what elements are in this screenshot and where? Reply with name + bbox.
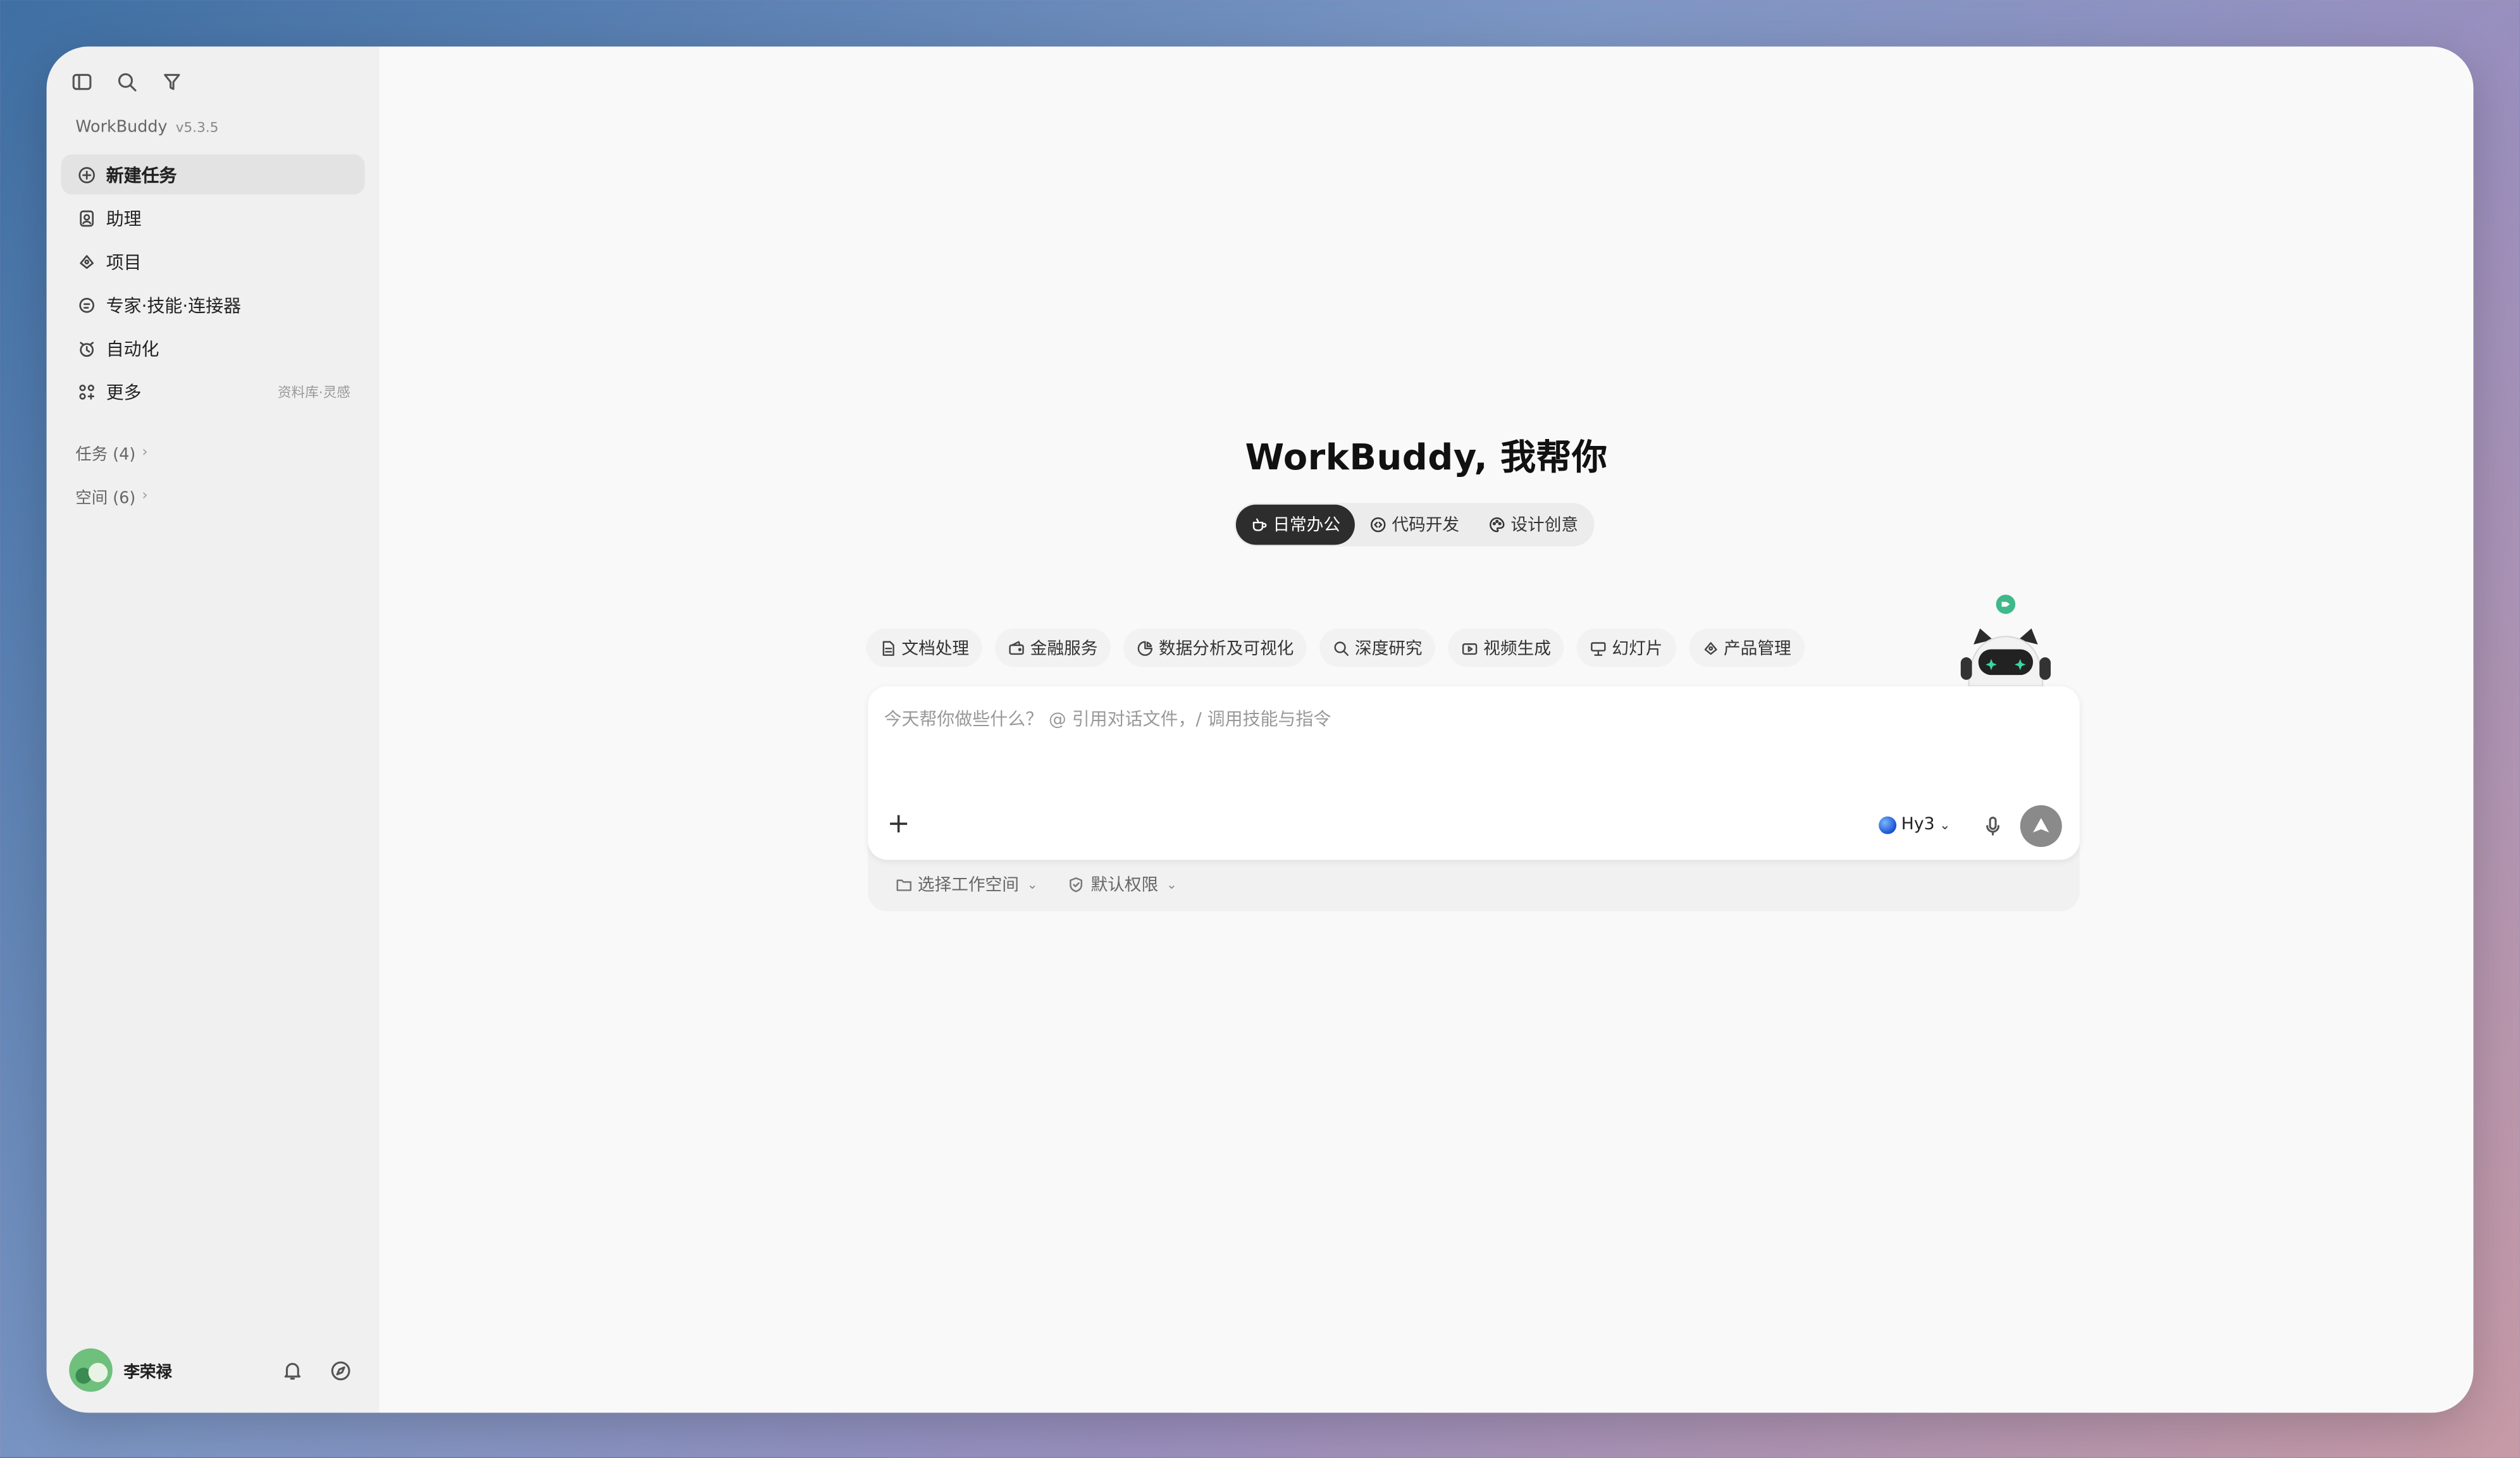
sidebar-item-project[interactable]: 项目 bbox=[61, 241, 365, 281]
quick-chips: 文档处理 金融服务 数据分析及可视化 深度研究 视频生成 幻灯片 产品管理 bbox=[866, 628, 1805, 667]
tab-daily-office[interactable]: 日常办公 bbox=[1235, 504, 1355, 545]
permission-label: 默认权限 bbox=[1090, 875, 1159, 896]
code-icon bbox=[1369, 516, 1387, 534]
chip-label: 文档处理 bbox=[901, 638, 970, 658]
chip-data-analysis[interactable]: 数据分析及可视化 bbox=[1123, 628, 1307, 667]
document-icon bbox=[879, 639, 897, 657]
sidebar-item-expert[interactable]: 专家·技能·连接器 bbox=[61, 285, 365, 325]
expert-icon bbox=[75, 294, 96, 315]
wallet-icon bbox=[1008, 639, 1025, 657]
compass-icon[interactable] bbox=[328, 1358, 354, 1384]
chip-label: 数据分析及可视化 bbox=[1158, 638, 1294, 658]
app-brand: WorkBuddy v5.3.5 bbox=[75, 119, 218, 137]
project-icon bbox=[75, 250, 96, 271]
composer: 今天帮你做些什么？ @ 引用对话文件，/ 调用技能与指令 + Hy3 ⌄ 选择工… bbox=[868, 686, 2080, 911]
sidebar-nav: 新建任务 助理 项目 专家·技能·连接器 自动化 更多 资料库·灵感 bbox=[61, 154, 365, 415]
sidebar-item-automation[interactable]: 自动化 bbox=[61, 328, 365, 368]
user-name: 李荣禄 bbox=[123, 1364, 172, 1383]
pie-chart-icon bbox=[1136, 639, 1154, 657]
app-name: WorkBuddy bbox=[75, 119, 168, 137]
model-selector[interactable]: Hy3 ⌄ bbox=[1879, 815, 1950, 834]
chip-document[interactable]: 文档处理 bbox=[866, 628, 982, 667]
user-actions bbox=[280, 1358, 354, 1384]
sidebar-item-assistant[interactable]: 助理 bbox=[61, 198, 365, 238]
chip-video-generation[interactable]: 视频生成 bbox=[1448, 628, 1564, 667]
chip-finance[interactable]: 金融服务 bbox=[994, 628, 1111, 667]
user-profile[interactable]: 李荣禄 bbox=[69, 1348, 172, 1392]
sidebar-top-icons bbox=[69, 69, 185, 95]
prompt-input[interactable]: 今天帮你做些什么？ @ 引用对话文件，/ 调用技能与指令 bbox=[884, 705, 1331, 731]
shield-check-icon bbox=[1066, 875, 1085, 894]
add-attachment-button[interactable]: + bbox=[887, 811, 910, 838]
mode-tabs: 日常办公 代码开发 设计创意 bbox=[1234, 503, 1595, 547]
cup-icon bbox=[1251, 516, 1268, 534]
tab-label: 代码开发 bbox=[1392, 516, 1460, 536]
folder-icon bbox=[894, 875, 913, 894]
search-icon bbox=[1332, 639, 1350, 657]
microphone-icon[interactable] bbox=[1980, 813, 2006, 839]
sidebar-item-more-hint: 资料库·灵感 bbox=[278, 385, 350, 401]
send-arrow-icon bbox=[2033, 818, 2049, 833]
palette-icon bbox=[1488, 516, 1506, 534]
bell-icon[interactable] bbox=[280, 1358, 306, 1384]
chip-label: 产品管理 bbox=[1724, 638, 1791, 658]
product-icon bbox=[1701, 639, 1719, 657]
chip-label: 金融服务 bbox=[1030, 638, 1098, 658]
chevron-down-icon: ⌄ bbox=[1027, 877, 1038, 893]
app-version: v5.3.5 bbox=[175, 120, 219, 137]
sidebar-item-label: 更多 bbox=[106, 381, 142, 403]
model-globe-icon bbox=[1879, 815, 1897, 834]
sidebar-item-label: 助理 bbox=[106, 208, 142, 230]
group-label: 任务 (4) bbox=[75, 447, 136, 465]
sidebar: WorkBuddy v5.3.5 新建任务 助理 项目 专家·技能·连接器 自动… bbox=[46, 46, 380, 1413]
chevron-down-icon: ⌄ bbox=[1939, 817, 1951, 832]
composer-footer: 选择工作空间 ⌄ 默认权限 ⌄ bbox=[894, 873, 1177, 897]
sidebar-item-label: 新建任务 bbox=[106, 164, 177, 186]
clock-icon bbox=[75, 338, 96, 359]
sidebar-item-label: 自动化 bbox=[106, 338, 159, 359]
sidebar-item-more[interactable]: 更多 资料库·灵感 bbox=[61, 371, 365, 412]
tab-label: 设计创意 bbox=[1510, 516, 1579, 536]
chevron-right-icon: › bbox=[142, 488, 148, 504]
composer-card: 今天帮你做些什么？ @ 引用对话文件，/ 调用技能与指令 + Hy3 ⌄ bbox=[868, 686, 2080, 860]
model-name: Hy3 bbox=[1901, 815, 1935, 834]
search-icon[interactable] bbox=[114, 69, 140, 95]
chip-label: 深度研究 bbox=[1354, 638, 1423, 658]
filter-icon[interactable] bbox=[159, 69, 185, 95]
robot-mascot-icon bbox=[1960, 595, 2051, 686]
sidebar-group-spaces[interactable]: 空间 (6) › bbox=[75, 484, 147, 508]
workspace-label: 选择工作空间 bbox=[917, 875, 1019, 896]
sidebar-item-label: 项目 bbox=[106, 251, 142, 273]
chip-label: 幻灯片 bbox=[1612, 638, 1663, 658]
avatar bbox=[69, 1348, 113, 1392]
chip-slides[interactable]: 幻灯片 bbox=[1576, 628, 1676, 667]
sidebar-toggle-icon[interactable] bbox=[69, 69, 95, 95]
grid-icon bbox=[75, 381, 96, 402]
tab-code-dev[interactable]: 代码开发 bbox=[1355, 505, 1474, 545]
tab-label: 日常办公 bbox=[1273, 516, 1341, 536]
tab-design-creative[interactable]: 设计创意 bbox=[1474, 505, 1593, 545]
sidebar-item-new-task[interactable]: 新建任务 bbox=[61, 154, 365, 195]
workspace-selector[interactable]: 选择工作空间 ⌄ bbox=[894, 873, 1038, 897]
main-area: WorkBuddy, 我帮你 日常办公 代码开发 设计创意 文档处理 金融服务 … bbox=[379, 46, 2474, 1413]
assistant-icon bbox=[75, 207, 96, 228]
sidebar-group-tasks[interactable]: 任务 (4) › bbox=[75, 440, 148, 465]
chevron-down-icon: ⌄ bbox=[1166, 877, 1177, 893]
chip-label: 视频生成 bbox=[1483, 638, 1551, 658]
app-window: WorkBuddy v5.3.5 新建任务 助理 项目 专家·技能·连接器 自动… bbox=[46, 46, 2474, 1413]
chip-deep-research[interactable]: 深度研究 bbox=[1319, 628, 1435, 667]
chip-product-management[interactable]: 产品管理 bbox=[1688, 628, 1805, 667]
presentation-icon bbox=[1590, 639, 1607, 657]
chevron-right-icon: › bbox=[142, 444, 148, 460]
group-label: 空间 (6) bbox=[75, 490, 136, 508]
video-icon bbox=[1461, 639, 1479, 657]
send-button[interactable] bbox=[2020, 805, 2062, 848]
page-title: WorkBuddy, 我帮你 bbox=[1245, 438, 1608, 479]
permission-selector[interactable]: 默认权限 ⌄ bbox=[1066, 873, 1177, 897]
plus-circle-icon bbox=[75, 164, 96, 185]
sidebar-item-label: 专家·技能·连接器 bbox=[106, 295, 242, 316]
